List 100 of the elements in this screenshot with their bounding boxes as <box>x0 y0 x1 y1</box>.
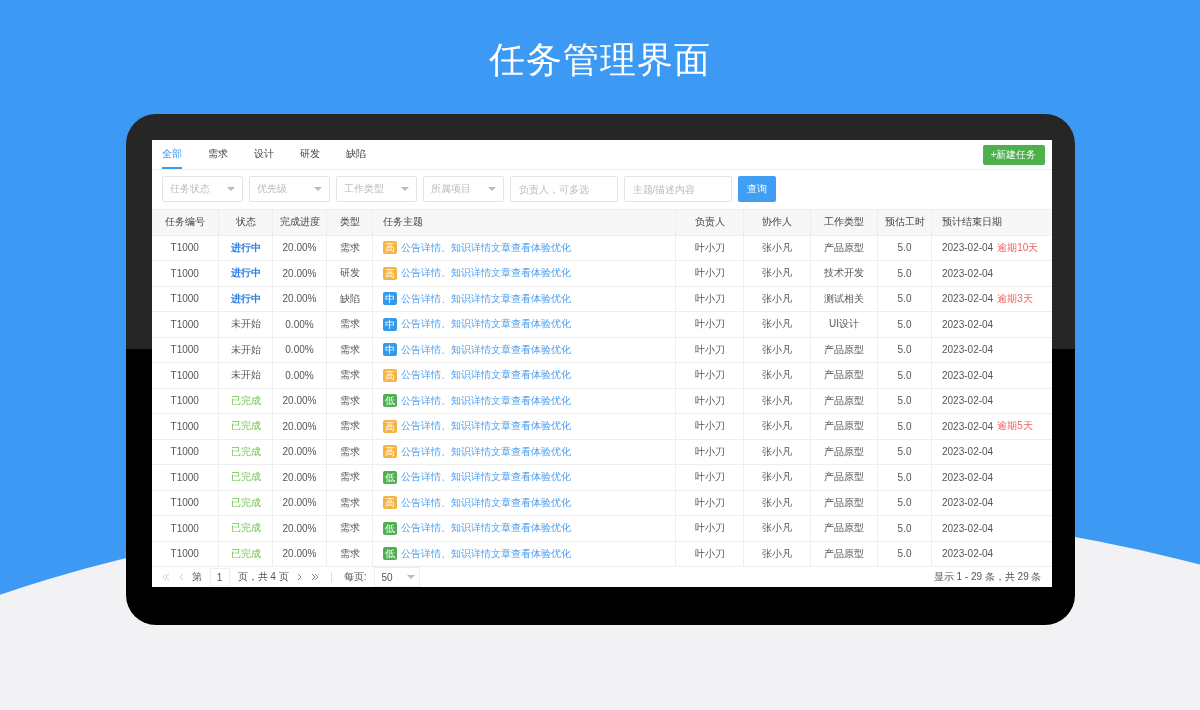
table-cell: 已完成 <box>218 515 273 541</box>
table-cell: 叶小刀 <box>675 413 744 439</box>
table-cell: 需求 <box>326 337 373 363</box>
table-cell: 已完成 <box>218 464 273 490</box>
overdue-text: 逾期10天 <box>997 240 1039 255</box>
table-cell: 0.00% <box>272 337 327 363</box>
table-cell: 叶小刀 <box>675 464 744 490</box>
task-link[interactable]: 公告详情、知识详情文章查看体验优化 <box>401 419 571 434</box>
table-cell: 需求 <box>326 515 373 541</box>
date-text: 2023-02-04 <box>942 548 994 560</box>
date-text: 2023-02-04 <box>942 293 994 305</box>
table-cell: 已完成 <box>218 439 273 465</box>
task-link[interactable]: 公告详情、知识详情文章查看体验优化 <box>401 368 571 383</box>
table-cell: 叶小刀 <box>675 260 744 286</box>
dropdown-field[interactable]: 所属项目 <box>422 176 504 203</box>
table-cell: 5.0 <box>877 311 932 337</box>
table-cell: 20.00% <box>272 464 327 490</box>
table-cell: 张小凡 <box>743 362 811 388</box>
task-link[interactable]: 公告详情、知识详情文章查看体验优化 <box>401 342 571 357</box>
table-cell: 5.0 <box>877 413 932 439</box>
input-field[interactable]: 负责人，可多选 <box>509 176 618 203</box>
table-cell: T1000 <box>151 286 219 312</box>
overdue-text: 逾期5天 <box>997 419 1033 434</box>
date-text: 2023-02-04 <box>942 267 994 279</box>
task-link[interactable]: 公告详情、知识详情文章查看体验优化 <box>401 317 571 332</box>
table-cell: 需求 <box>326 311 373 337</box>
table-cell: 20.00% <box>272 286 327 312</box>
priority-tag: 低 <box>383 547 397 561</box>
table-cell: 20.00% <box>272 541 327 566</box>
task-link[interactable]: 公告详情、知识详情文章查看体验优化 <box>401 521 571 536</box>
task-link[interactable]: 公告详情、知识详情文章查看体验优化 <box>401 444 571 459</box>
priority-tag: 低 <box>383 521 397 535</box>
next-page-icon[interactable] <box>296 573 303 581</box>
task-link[interactable]: 公告详情、知识详情文章查看体验优化 <box>401 495 571 510</box>
table-cell: 5.0 <box>877 235 932 261</box>
page-input[interactable]: 1 <box>209 568 230 586</box>
tab[interactable]: 研发 <box>299 140 346 170</box>
dropdown-field[interactable]: 优先级 <box>248 176 330 203</box>
table-cell: 产品原型 <box>810 439 878 465</box>
table-cell: 0.00% <box>272 311 327 337</box>
table-cell: 叶小刀 <box>675 362 744 388</box>
date-text: 2023-02-04 <box>942 318 994 330</box>
priority-tag: 高 <box>383 368 397 382</box>
tab[interactable]: 全部 <box>161 140 182 170</box>
dropdown-field[interactable]: 任务状态 <box>161 176 243 203</box>
table-cell: 未开始 <box>218 311 273 337</box>
date-text: 2023-02-04 <box>942 471 994 483</box>
per-page-dropdown[interactable]: 50 <box>374 567 421 587</box>
column-header: 任务主题 <box>372 209 676 235</box>
record-summary: 显示 1 - 29 条，共 29 条 <box>933 570 1042 584</box>
search-button[interactable]: 查询 <box>737 176 776 203</box>
date-text: 2023-02-04 <box>942 446 994 458</box>
table-cell: 叶小刀 <box>675 337 744 363</box>
date-text: 2023-02-04 <box>942 395 994 407</box>
new-task-button[interactable]: +新建任务 <box>982 144 1045 165</box>
table-cell: 产品原型 <box>810 388 878 414</box>
table-cell: 张小凡 <box>743 464 811 490</box>
table-cell: T1000 <box>151 362 219 388</box>
table-cell: 张小凡 <box>743 260 811 286</box>
table-cell: 5.0 <box>877 541 932 566</box>
priority-tag: 中 <box>383 343 397 357</box>
table-cell: 20.00% <box>272 413 327 439</box>
table-cell: T1000 <box>151 464 219 490</box>
task-link[interactable]: 公告详情、知识详情文章查看体验优化 <box>401 266 571 281</box>
priority-tag: 高 <box>383 241 397 255</box>
table-cell: 叶小刀 <box>675 286 744 312</box>
page-count: 页，共 4 页 <box>237 570 289 584</box>
tab[interactable]: 需求 <box>207 140 254 170</box>
table-cell: 需求 <box>326 388 373 414</box>
table-cell: 5.0 <box>877 286 932 312</box>
task-link[interactable]: 公告详情、知识详情文章查看体验优化 <box>401 470 571 485</box>
table-cell: 张小凡 <box>743 388 811 414</box>
table-cell: 已完成 <box>218 541 273 566</box>
table-cell: T1000 <box>151 337 219 363</box>
table-cell: 叶小刀 <box>675 541 744 566</box>
table-cell: 产品原型 <box>810 515 878 541</box>
task-link[interactable]: 公告详情、知识详情文章查看体验优化 <box>401 393 571 408</box>
task-link[interactable]: 公告详情、知识详情文章查看体验优化 <box>401 546 571 561</box>
table-cell: T1000 <box>151 515 219 541</box>
table-cell: 产品原型 <box>810 413 878 439</box>
table-cell: 叶小刀 <box>675 388 744 414</box>
tab[interactable]: 设计 <box>253 140 300 170</box>
table-cell: 产品原型 <box>810 362 878 388</box>
date-text: 2023-02-04 <box>942 420 994 432</box>
priority-tag: 低 <box>383 470 397 484</box>
table-cell: 20.00% <box>272 439 327 465</box>
page-label: 第 <box>191 570 202 584</box>
task-link[interactable]: 公告详情、知识详情文章查看体验优化 <box>401 240 571 255</box>
priority-tag: 高 <box>383 419 397 433</box>
tab[interactable]: 缺陷 <box>345 140 392 170</box>
task-link[interactable]: 公告详情、知识详情文章查看体验优化 <box>401 291 571 306</box>
table-cell: 未开始 <box>218 362 273 388</box>
table-cell: 张小凡 <box>743 413 811 439</box>
table-cell: 张小凡 <box>743 515 811 541</box>
last-page-icon[interactable] <box>310 573 319 581</box>
page-title: 任务管理界面 <box>489 38 711 82</box>
table-cell: 张小凡 <box>743 311 811 337</box>
table-cell: T1000 <box>151 388 219 414</box>
table-cell: 已完成 <box>218 388 273 414</box>
priority-tag: 高 <box>383 496 397 510</box>
